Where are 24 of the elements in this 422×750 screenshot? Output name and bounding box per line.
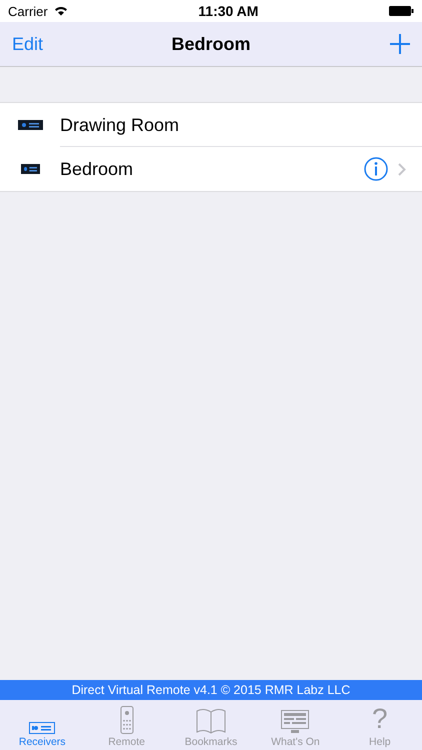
chevron-icon — [398, 162, 406, 176]
remote-control-icon — [120, 706, 134, 734]
carrier-label: Carrier — [8, 4, 48, 18]
edit-button[interactable]: Edit — [12, 34, 44, 54]
tab[interactable]: ? Help — [338, 700, 422, 750]
receiver-name[interactable]: Drawing Room — [60, 114, 422, 136]
receiver-icon — [18, 120, 42, 130]
wifi-icon — [54, 6, 68, 16]
info-icon[interactable] — [364, 157, 388, 181]
help-icon: ? — [372, 704, 388, 734]
screen-title: Bedroom — [172, 34, 250, 54]
tab[interactable]: What's On — [253, 700, 338, 750]
status-time: 11:30 AM — [198, 3, 258, 19]
receiver-name[interactable]: Bedroom — [60, 158, 364, 180]
tab[interactable]: Bookmarks — [168, 700, 254, 750]
book-icon — [196, 708, 226, 734]
tab[interactable]: Receivers — [0, 700, 84, 750]
receiver-icon — [29, 722, 56, 734]
battery-icon — [388, 6, 414, 16]
receiver-icon — [20, 164, 40, 174]
tv-guide-icon — [281, 710, 310, 734]
copyright-text: Direct Virtual Remote v4.1 © 2015 RMR Labz LLC — [72, 683, 350, 697]
tab[interactable]: Remote — [84, 700, 169, 750]
add-icon[interactable] — [390, 34, 410, 54]
